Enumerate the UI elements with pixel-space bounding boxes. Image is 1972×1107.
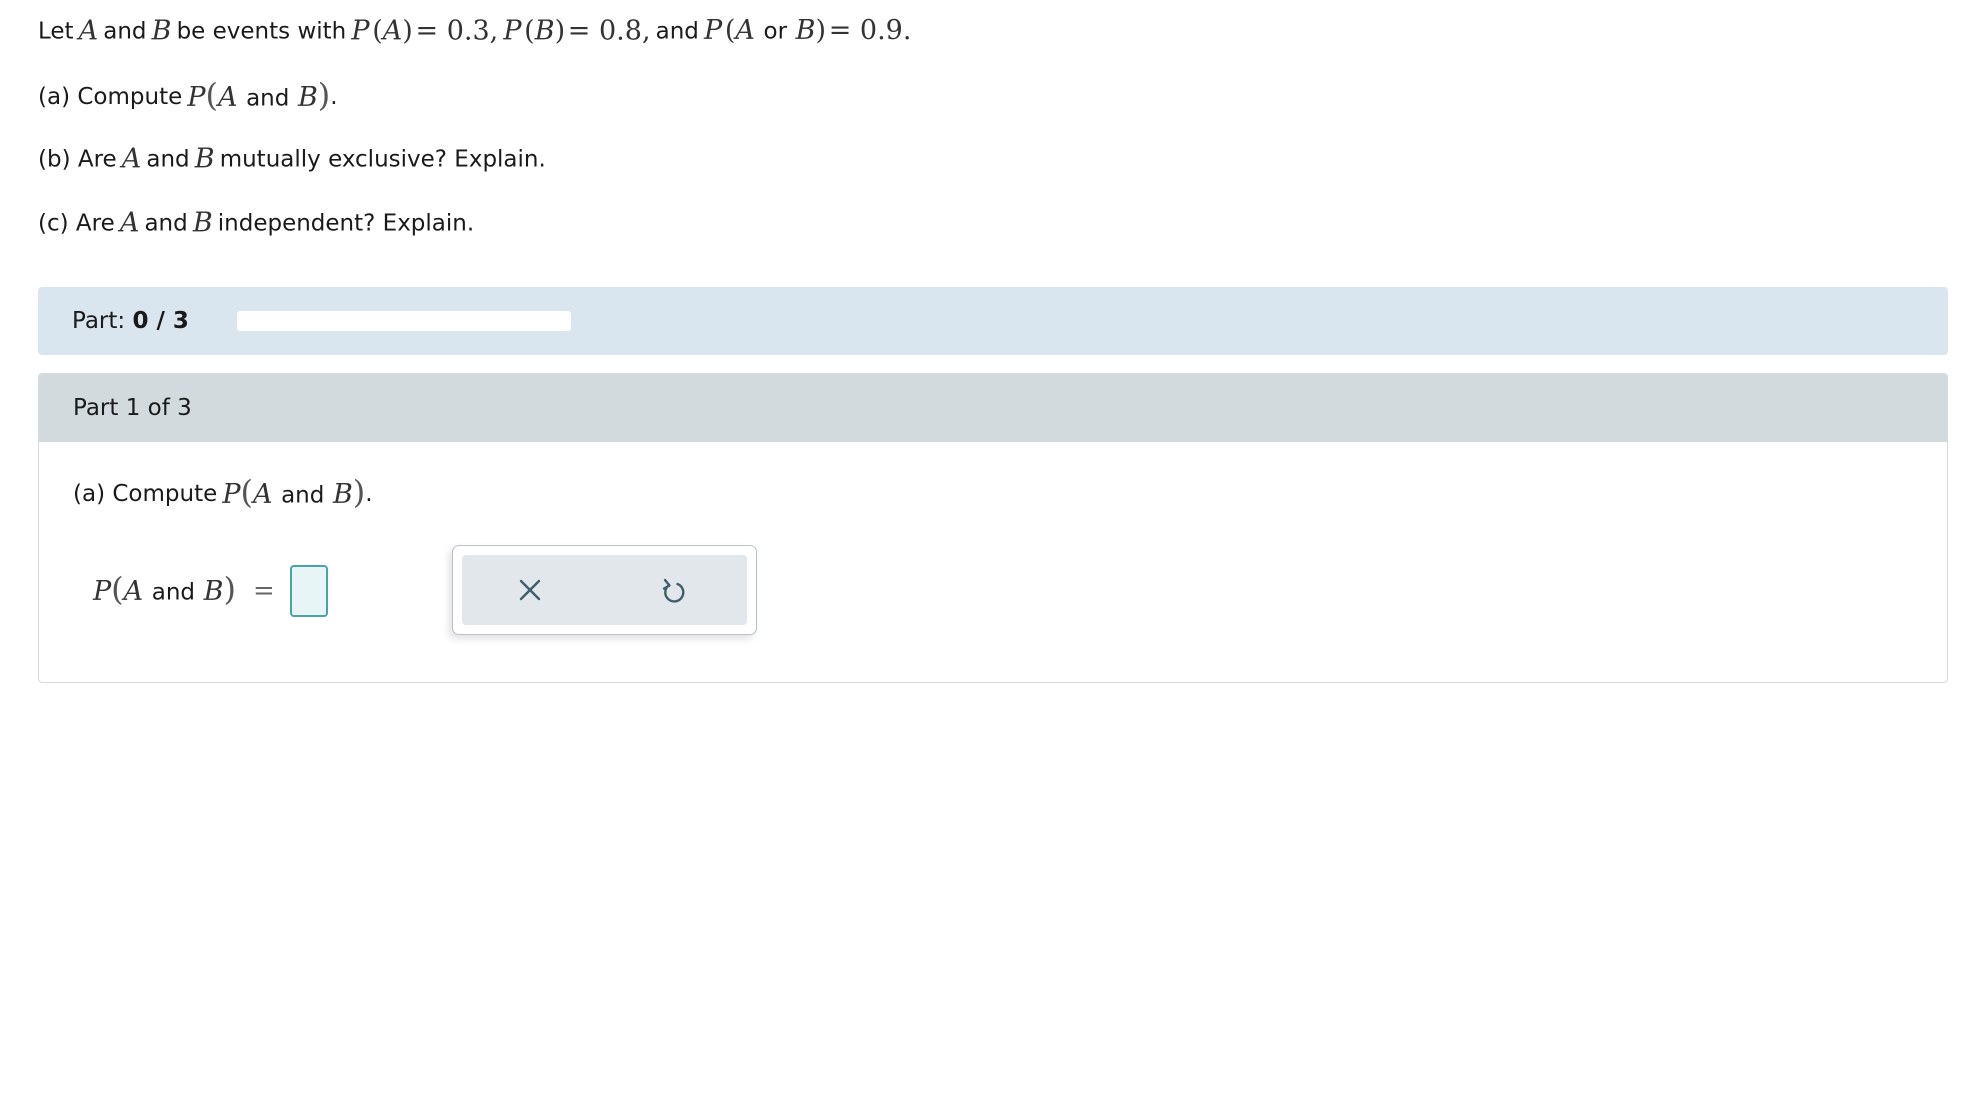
part-a-prefix: (a) Compute	[38, 83, 183, 110]
part-c-prefix: (c) Are	[38, 210, 115, 237]
prob-a-or-b-expression: P (A or B) = 0.9.	[704, 15, 912, 47]
part-question-suffix: .	[365, 480, 373, 507]
problem-statement: Let A and B be events with P (A) = 0.3, …	[38, 14, 1938, 270]
problem-part-b: (b) Are A and B mutually exclusive? Expl…	[38, 142, 1938, 176]
part-c-event-a: A	[119, 207, 140, 239]
part-a-expression: P(A and B)	[187, 76, 331, 114]
progress-value: 0 / 3	[132, 308, 189, 334]
answer-expression: P(A and B)	[93, 570, 236, 608]
part-c-and: and	[144, 210, 188, 237]
clear-button[interactable]	[506, 567, 554, 613]
problem-part-c: (c) Are A and B independent? Explain.	[38, 206, 1938, 240]
close-icon	[519, 579, 541, 601]
problem-part-a: (a) Compute P(A and B).	[38, 76, 1938, 114]
undo-icon	[662, 578, 685, 603]
intro-let: Let	[38, 18, 74, 45]
equals-sign: =	[253, 575, 275, 606]
intro-and-2: and	[655, 18, 699, 45]
part-b-and: and	[146, 146, 190, 173]
part-b-event-b: B	[194, 143, 215, 175]
part-question-prefix: (a) Compute	[73, 480, 218, 507]
intro-and: and	[103, 18, 147, 45]
part-question: (a) Compute P(A and B).	[73, 472, 373, 512]
prob-b-expression: P (B) = 0.8,	[503, 15, 651, 47]
answer-tool-panel	[452, 545, 757, 635]
event-a: A	[78, 15, 99, 47]
progress-band: Part: 0 / 3	[38, 287, 1948, 355]
prob-a-expression: P (A) = 0.3,	[351, 15, 499, 47]
part-card: Part 1 of 3 (a) Compute P(A and B). P(A …	[38, 373, 1948, 683]
event-b: B	[151, 15, 172, 47]
part-b-suffix: mutually exclusive? Explain.	[219, 146, 546, 173]
part-question-expression: P(A and B)	[222, 473, 366, 511]
part-c-event-b: B	[192, 207, 213, 239]
part-c-suffix: independent? Explain.	[217, 210, 475, 237]
answer-row: P(A and B) =	[93, 560, 328, 618]
answer-tool-bar	[462, 555, 747, 625]
problem-intro: Let A and B be events with P (A) = 0.3, …	[38, 14, 1938, 48]
part-b-event-a: A	[121, 143, 142, 175]
progress-bar	[237, 311, 571, 331]
part-a-suffix: .	[330, 83, 338, 110]
progress-label: Part: 0 / 3	[72, 306, 189, 336]
intro-be-events-with: be events with	[176, 18, 347, 45]
part-header-label: Part 1 of 3	[73, 395, 192, 421]
progress-label-text: Part:	[72, 308, 126, 334]
part-b-prefix: (b) Are	[38, 146, 117, 173]
part-header: Part 1 of 3	[39, 374, 1947, 442]
undo-button[interactable]	[649, 567, 697, 613]
answer-input[interactable]	[289, 564, 328, 617]
